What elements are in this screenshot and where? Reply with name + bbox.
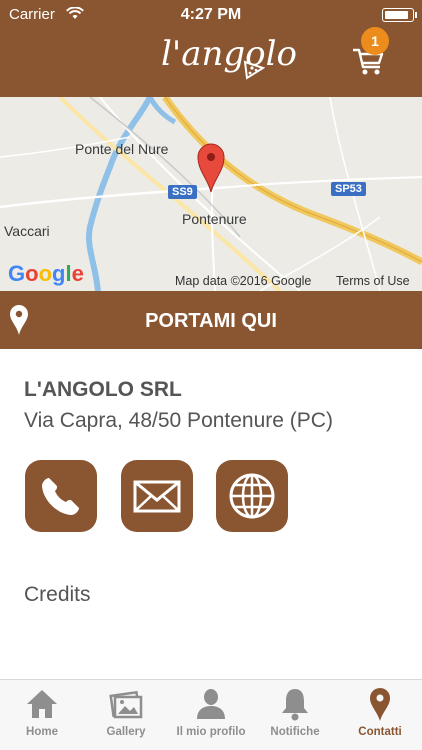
map-view[interactable]: Ponte del Nure Vaccari Pontenure SS9 SP5…: [0, 97, 422, 291]
pizza-slice-icon: [243, 58, 266, 85]
tab-label: Gallery: [106, 726, 146, 738]
map-pin-icon: [370, 688, 390, 721]
website-button[interactable]: [216, 460, 288, 532]
map-place-label: Ponte del Nure: [75, 141, 169, 157]
directions-button[interactable]: PORTAMI QUI: [0, 291, 422, 349]
tab-contatti[interactable]: Contatti: [338, 680, 422, 750]
map-place-label: Vaccari: [4, 223, 50, 239]
company-name: L'ANGOLO SRL: [24, 378, 182, 401]
google-logo-letter: o: [25, 261, 39, 286]
credits-link[interactable]: Credits: [24, 583, 91, 607]
tab-notifiche[interactable]: Notifiche: [253, 680, 337, 750]
directions-label: PORTAMI QUI: [145, 310, 277, 332]
brand-logo[interactable]: l'angolo: [161, 30, 297, 90]
status-time: 4:27 PM: [180, 6, 242, 23]
globe-icon: [229, 473, 275, 519]
map-marker-icon[interactable]: [196, 141, 226, 193]
phone-icon: [42, 478, 79, 515]
app-header: Carrier 4:27 PM l'angolo 1: [0, 0, 422, 97]
gallery-icon: [109, 690, 143, 719]
road-shield: SS9: [168, 185, 197, 199]
tab-label: Notifiche: [270, 726, 320, 738]
profile-icon: [197, 689, 225, 719]
terms-of-use-link[interactable]: Terms of Use: [336, 274, 410, 288]
road-shield: SP53: [331, 182, 366, 196]
map-place-label: Pontenure: [182, 211, 247, 227]
google-logo-letter: g: [52, 261, 66, 286]
call-button[interactable]: [25, 460, 97, 532]
status-bar: Carrier 4:27 PM: [0, 0, 422, 30]
email-button[interactable]: [121, 460, 193, 532]
tab-profile[interactable]: Il mio profilo: [169, 680, 253, 750]
battery-icon: [382, 8, 417, 22]
map-attribution: Map data ©2016 Google: [175, 274, 312, 288]
google-logo-letter: G: [8, 261, 26, 286]
home-icon: [27, 690, 57, 718]
google-logo-letter: o: [38, 261, 53, 286]
google-logo-letter: e: [71, 261, 84, 286]
tab-bar: Home Gallery Il mio profilo Notifiche Co…: [0, 679, 422, 750]
cart-count-badge: 1: [361, 27, 389, 55]
tab-label: Home: [26, 726, 58, 738]
tab-home[interactable]: Home: [0, 680, 84, 750]
tab-label: Il mio profilo: [176, 726, 246, 738]
mail-icon: [133, 480, 181, 513]
bell-icon: [282, 689, 308, 721]
tab-gallery[interactable]: Gallery: [84, 680, 168, 750]
logo-text: l'angolo: [161, 34, 297, 74]
tab-label: Contatti: [358, 726, 402, 738]
google-logo: Google: [8, 261, 84, 287]
company-address: Via Capra, 48/50 Pontenure (PC): [24, 409, 333, 432]
